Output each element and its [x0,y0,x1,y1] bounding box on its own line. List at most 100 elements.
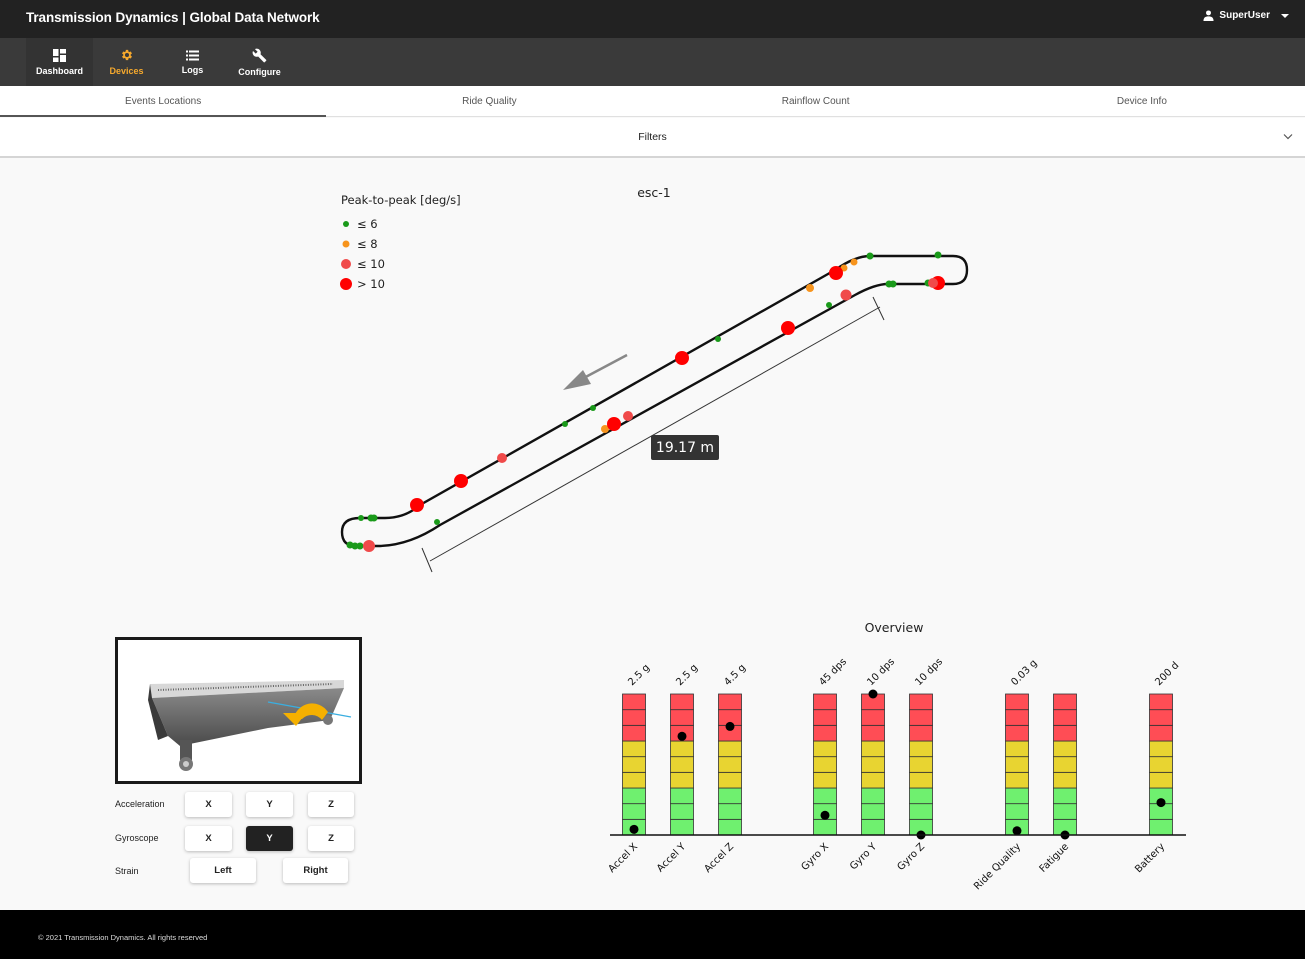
events-map: esc-1 Peak-to-peak [deg/s] ≤ 6 ≤ 8 ≤ 10 … [340,185,969,573]
gear-icon [121,49,132,61]
direction-arrow-icon [563,353,628,390]
nav-logs[interactable]: Logs [159,38,226,86]
gauge-value-marker [1156,798,1166,808]
gyroscope-z-button[interactable]: Z [308,826,354,851]
gauge-accel-z: Accel Z 4.5 g [702,662,748,875]
nav-configure[interactable]: Configure [226,38,293,86]
event-marker[interactable] [410,498,424,512]
acceleration-x-button[interactable]: X [185,792,232,817]
chevron-down-icon [1283,134,1293,140]
gauge-cell [813,740,837,758]
event-marker[interactable] [850,258,858,266]
legend-marker-le10 [341,259,351,269]
gauge-cell [861,787,885,805]
event-marker[interactable] [866,252,874,260]
strain-right-button[interactable]: Right [283,858,348,883]
event-marker[interactable] [715,336,721,342]
caret-down-icon [1281,13,1289,18]
event-marker[interactable] [826,302,832,308]
event-marker[interactable] [356,542,364,550]
event-marker[interactable] [934,251,942,259]
gyroscope-y-button[interactable]: Y [246,826,293,851]
acceleration-z-button[interactable]: Z [308,792,354,817]
gauge-cell [861,771,885,789]
list-icon [186,50,199,60]
event-marker[interactable] [497,453,507,463]
gauge-cell [1149,709,1173,726]
gauge-cell [813,724,837,742]
tab-device-info[interactable]: Device Info [979,86,1305,116]
gauge-battery: Battery 200 d [1133,660,1181,875]
legend-label: ≤ 8 [357,237,378,251]
gauge-cell [861,724,885,742]
escalator-track [340,254,969,548]
event-marker[interactable] [363,540,375,552]
gauge-cell [1149,771,1173,789]
tab-events-locations[interactable]: Events Locations [0,86,327,117]
user-menu[interactable]: SuperUser [1203,10,1289,21]
event-marker[interactable] [607,417,621,431]
gyroscope-x-button[interactable]: X [185,826,232,851]
gauge-name-label: Gyro X [800,841,832,873]
gauge-max-label: 2.5 g [626,662,652,688]
gauge-max-label: 200 d [1153,660,1181,688]
gauge-cell [1053,787,1077,805]
gauge-cell [1005,724,1029,742]
gauge-cell [813,693,837,711]
gauge-cell [670,771,694,789]
nav-label: Devices [109,66,144,76]
distance-label: 19.17 m [656,440,714,456]
event-marker[interactable] [454,474,468,488]
main-nav: Dashboard Devices Logs Configure [0,38,1305,86]
event-marker[interactable] [590,405,596,411]
top-bar: Transmission Dynamics | Global Data Netw… [0,0,1305,38]
acceleration-y-button[interactable]: Y [246,792,293,817]
tab-ride-quality[interactable]: Ride Quality [326,86,652,116]
event-marker[interactable] [358,515,364,521]
gauge-cell [718,740,742,758]
tab-rainflow-count[interactable]: Rainflow Count [653,86,979,116]
gauge-cell [718,818,742,836]
gauge-cell [622,787,646,805]
nav-dashboard[interactable]: Dashboard [26,38,93,86]
gauge-cell [1005,693,1029,711]
gauge-max-label: 10 dps [865,656,897,688]
gauge-cell [1053,771,1077,789]
app-title: Transmission Dynamics | Global Data Netw… [26,10,320,25]
event-marker[interactable] [623,411,633,421]
gauge-cell [861,756,885,773]
gauge-cell [1005,756,1029,773]
gauge-fatigue: Fatigue [1038,693,1077,875]
nav-devices[interactable]: Devices [93,38,160,86]
strain-label: Strain [115,866,139,876]
event-markers [346,251,945,552]
event-marker[interactable] [675,351,689,365]
legend-marker-gt10 [340,278,352,290]
event-marker[interactable] [781,321,795,335]
gauge-cell [1005,803,1029,820]
event-marker[interactable] [806,284,814,292]
gauge-cell [909,756,933,773]
event-marker[interactable] [840,289,852,301]
device-3d-view [115,637,362,784]
filters-panel[interactable]: Filters [0,118,1305,158]
legend-label: ≤ 10 [357,257,385,271]
gauge-cell [1005,740,1029,758]
gauge-value-marker [677,731,687,741]
dashboard-icon [53,48,66,62]
legend-marker-le6 [343,221,349,227]
event-marker[interactable] [562,421,568,427]
gauge-cell [1053,709,1077,726]
person-icon [1203,10,1214,21]
gauge-cell [909,787,933,805]
event-marker[interactable] [889,280,897,288]
gauge-cell [861,709,885,726]
event-marker[interactable] [434,519,440,525]
event-marker[interactable] [928,278,938,288]
event-marker[interactable] [367,514,375,522]
strain-left-button[interactable]: Left [190,858,256,883]
gauge-max-label: 10 dps [913,656,945,688]
event-marker[interactable] [829,266,843,280]
gauge-cell [1053,740,1077,758]
wrench-icon [252,48,267,62]
